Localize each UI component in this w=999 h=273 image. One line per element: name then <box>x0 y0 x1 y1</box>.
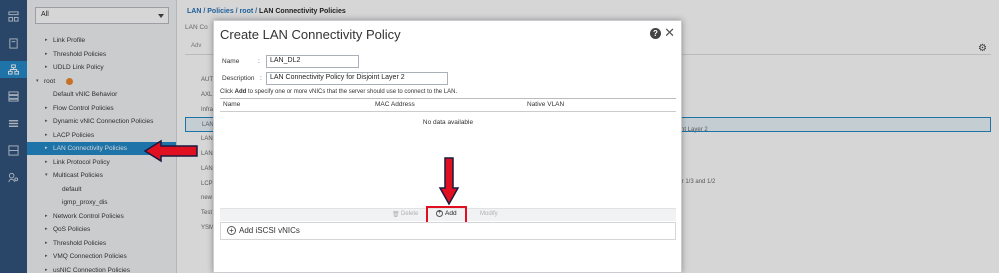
description-input[interactable]: LAN Connectivity Policy for Disjoint Lay… <box>266 72 448 85</box>
hint-text: Click <box>220 89 235 95</box>
dialog-title: Create LAN Connectivity Policy <box>220 27 401 42</box>
help-icon[interactable]: ? <box>650 28 661 39</box>
column-header-mac-address[interactable]: MAC Address <box>375 101 415 108</box>
name-colon: : <box>258 58 260 65</box>
create-lan-connectivity-policy-dialog: Create LAN Connectivity Policy ? ✕ Name … <box>213 20 682 273</box>
add-iscsi-vnics-section[interactable]: + Add iSCSI vNICs <box>220 222 676 240</box>
plus-icon: + <box>227 226 236 236</box>
close-icon[interactable]: ✕ <box>664 25 675 41</box>
no-data-message: No data available <box>422 119 474 126</box>
description-label: Description <box>222 75 255 82</box>
left-arrow-annotation <box>143 139 198 163</box>
description-colon: : <box>260 75 262 82</box>
down-arrow-annotation <box>438 157 460 206</box>
delete-button[interactable]: Delete <box>401 211 418 217</box>
column-header-native-vlan[interactable]: Native VLAN <box>527 101 564 108</box>
add-iscsi-vnics-label: Add iSCSI vNICs <box>239 226 300 235</box>
hint-text-rest: to specify one or more vNICs that the se… <box>246 89 458 95</box>
vnic-hint: Click Add to specify one or more vNICs t… <box>220 89 457 95</box>
column-header-name[interactable]: Name <box>223 101 240 108</box>
name-label: Name <box>222 58 240 65</box>
name-input[interactable]: LAN_DL2 <box>266 55 359 68</box>
delete-icon: 🗑 <box>392 212 400 218</box>
hint-bold: Add <box>234 89 247 95</box>
modify-button[interactable]: Modify <box>480 211 498 217</box>
header-divider <box>220 111 676 112</box>
